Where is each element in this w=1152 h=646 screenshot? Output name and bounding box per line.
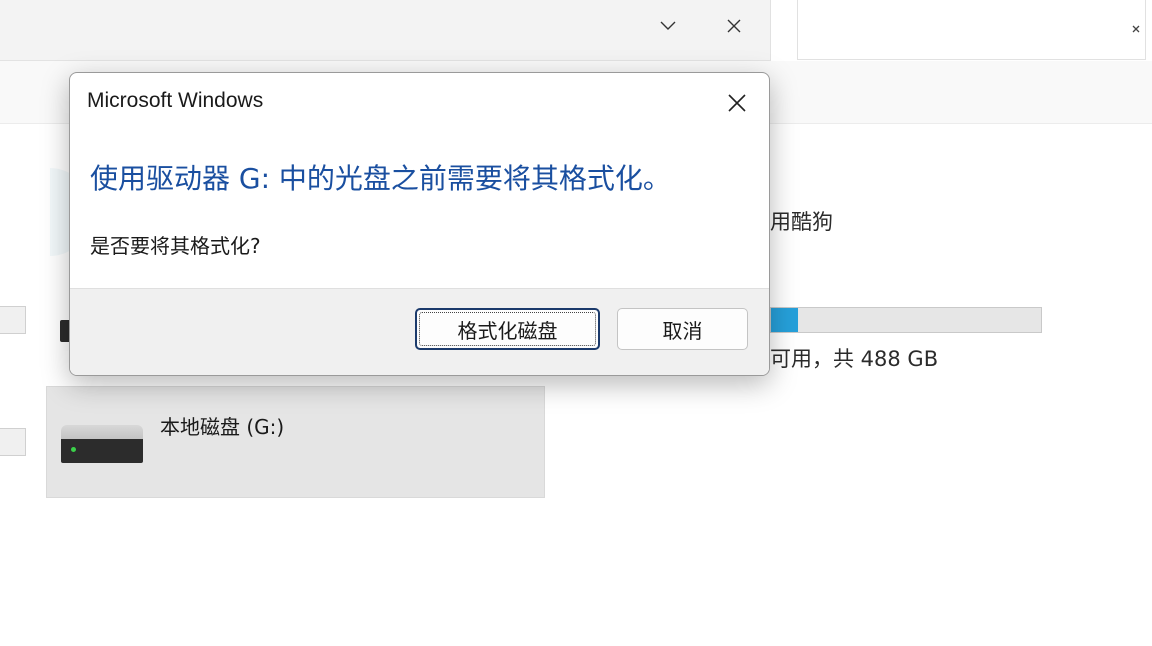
scroll-stub[interactable] [0, 306, 26, 334]
close-icon [728, 94, 746, 112]
format-disk-button[interactable]: 格式化磁盘 [415, 308, 600, 350]
dialog-title: Microsoft Windows [87, 89, 264, 112]
drive-usage-fill [771, 308, 798, 332]
explorer-title-bar [0, 0, 771, 61]
dialog-footer: 格式化磁盘 取消 [70, 288, 769, 375]
search-box[interactable] [797, 0, 1146, 60]
chevron-down-icon[interactable] [648, 8, 688, 44]
drive-usage-text: 可用，共 488 GB [770, 347, 939, 371]
cancel-button[interactable]: 取消 [617, 308, 748, 350]
scroll-stub[interactable] [0, 428, 26, 456]
format-dialog: Microsoft Windows 使用驱动器 G: 中的光盘之前需要将其格式化… [69, 72, 770, 376]
dialog-content: 是否要将其格式化? [90, 234, 261, 258]
search-icon [1131, 22, 1141, 40]
drive-tile-g[interactable]: 本地磁盘 (G:) [46, 386, 545, 498]
focus-rect [419, 312, 596, 346]
drive-g-name: 本地磁盘 (G:) [160, 415, 285, 439]
led-indicator [71, 447, 76, 452]
chevron-down-svg [660, 21, 676, 30]
close-icon [727, 19, 741, 33]
window-close-button[interactable] [714, 8, 754, 44]
cancel-label: 取消 [662, 318, 703, 343]
hard-drive-icon [61, 425, 143, 465]
drive-usage-bar [770, 307, 1042, 333]
drive-label-partial: 用酷狗 [770, 210, 833, 234]
main-instruction: 使用驱动器 G: 中的光盘之前需要将其格式化。 [90, 162, 671, 195]
dialog-close-button[interactable] [715, 81, 759, 125]
